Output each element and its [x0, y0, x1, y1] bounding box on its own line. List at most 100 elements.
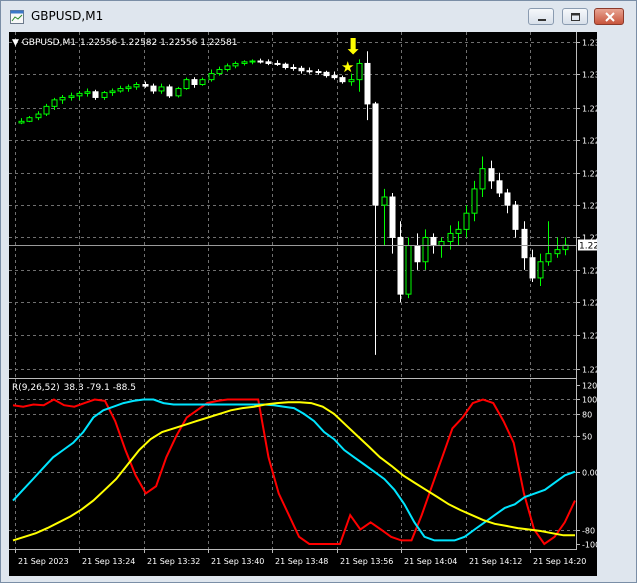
indicator-tick-label: -80	[582, 527, 595, 536]
candle-body	[175, 88, 182, 97]
ohlc-values: 1.22556 1.22582 1.22556 1.22581	[80, 38, 237, 48]
candle-body	[512, 204, 519, 230]
candle-body	[18, 120, 25, 124]
price-tick-label: 1.22680	[582, 202, 597, 211]
candle-body	[199, 79, 206, 85]
candle-body	[191, 79, 198, 85]
chart-window-icon	[10, 10, 24, 24]
indicator-tick-label: -100	[582, 541, 597, 550]
candle-body	[422, 236, 429, 263]
candle-body	[216, 69, 223, 75]
price-tick-label: 1.23005	[582, 71, 597, 80]
symbol-label: GBPUSD,M1	[22, 38, 76, 48]
candle-body	[76, 92, 83, 97]
candle-body	[323, 71, 330, 77]
candle-body	[438, 241, 445, 247]
candle-body	[232, 62, 239, 67]
candle-body	[447, 232, 454, 243]
indicator-tick-label: 120	[582, 382, 597, 391]
current-price-label: 1.22581	[579, 242, 597, 252]
close-button[interactable]	[594, 8, 624, 25]
candle-body	[306, 70, 313, 73]
candle-body	[84, 91, 91, 94]
indicator-tick-label: 0.00	[582, 469, 597, 478]
candle-body	[381, 196, 388, 206]
candle-body	[43, 105, 50, 115]
market-closed-arrow: ⬇	[344, 35, 362, 60]
candle-body	[529, 257, 536, 279]
price-tick-label: 1.22840	[582, 137, 597, 146]
candle-body	[249, 60, 256, 63]
candle-body	[282, 63, 289, 68]
candle-body	[241, 61, 248, 64]
candle-body	[364, 62, 371, 105]
indicator-name: R(9,26,52)	[12, 383, 60, 393]
close-icon	[605, 12, 615, 22]
candle-body	[554, 249, 561, 255]
price-tick-label: 1.22440	[582, 299, 597, 308]
candle-body	[315, 71, 322, 74]
candle-body	[545, 253, 552, 263]
candle-body	[290, 66, 297, 69]
candle-body	[158, 86, 165, 92]
candle-body	[537, 261, 544, 279]
chart-header: ▼ GBPUSD,M1 1.22556 1.22582 1.22556 1.225…	[12, 38, 237, 48]
candle-body	[496, 180, 503, 194]
candle-body	[504, 192, 511, 206]
indicator-tick-label: 100	[582, 396, 597, 405]
price-tick-label: 1.22760	[582, 170, 597, 179]
title-bar[interactable]: GBPUSD,M1	[1, 1, 636, 33]
candle-body	[117, 88, 124, 92]
candle-body	[479, 168, 486, 190]
candle-body	[331, 75, 338, 79]
time-tick-label: 21 Sep 13:48	[275, 557, 328, 566]
time-tick-label: 21 Sep 13:56	[340, 557, 393, 566]
candle-body	[142, 83, 149, 87]
candle-body	[208, 73, 215, 81]
indicator-header: R(9,26,52) 38.3 -79.1 -88.5	[12, 383, 136, 393]
chart-area[interactable]: 1.23083 1.23005 1.22920 1.22840 1.22760 1.226…	[9, 32, 597, 576]
candle-body	[68, 95, 75, 98]
terminal-window: GBPUSD,M1 1.230831.230051.229201.228401.…	[0, 0, 637, 583]
candle-body	[414, 245, 421, 263]
candle-body	[257, 60, 264, 63]
candle-body	[133, 83, 140, 88]
time-tick-label: 21 Sep 2023	[18, 557, 69, 566]
candle-body	[265, 61, 272, 64]
candle-body	[339, 77, 346, 83]
candle-body	[488, 168, 495, 182]
candle-body	[125, 86, 132, 90]
candle-body	[274, 62, 281, 65]
time-tick-label: 21 Sep 14:04	[404, 557, 457, 566]
candle-body	[166, 86, 173, 97]
current-price-tag: 1.22581	[578, 239, 597, 252]
time-tick-label: 21 Sep 14:12	[469, 557, 522, 566]
maximize-icon	[571, 13, 580, 21]
candle-body	[35, 113, 42, 119]
time-tick-label: 21 Sep 13:40	[211, 557, 264, 566]
time-tick-label: 21 Sep 13:24	[82, 557, 135, 566]
candle-body	[372, 103, 379, 206]
candle-body	[109, 90, 116, 94]
symbol-dropdown-icon[interactable]: ▼	[12, 38, 22, 48]
candle-body	[101, 92, 108, 98]
chart-background	[9, 32, 597, 576]
price-tick-label: 1.22520	[582, 267, 597, 276]
candle-body	[51, 99, 58, 107]
indicator-tick-label: 80	[582, 411, 592, 420]
candle-body	[224, 65, 231, 71]
maximize-button[interactable]	[562, 8, 588, 25]
candle-body	[521, 228, 528, 259]
candle-body	[183, 79, 190, 90]
price-tick-label: 1.22360	[582, 332, 597, 341]
indicator-values: 38.3 -79.1 -88.5	[64, 383, 136, 393]
time-tick-label: 21 Sep 13:32	[147, 557, 200, 566]
candle-body	[356, 62, 363, 81]
indicator-tick-label: 50	[582, 433, 592, 442]
time-tick-label: 21 Sep 14:20	[533, 557, 586, 566]
minimize-icon	[538, 19, 546, 21]
candle-body	[389, 196, 396, 238]
minimize-button[interactable]	[528, 8, 554, 25]
event-star-icon: ★	[341, 58, 354, 76]
candle-body	[298, 67, 305, 72]
